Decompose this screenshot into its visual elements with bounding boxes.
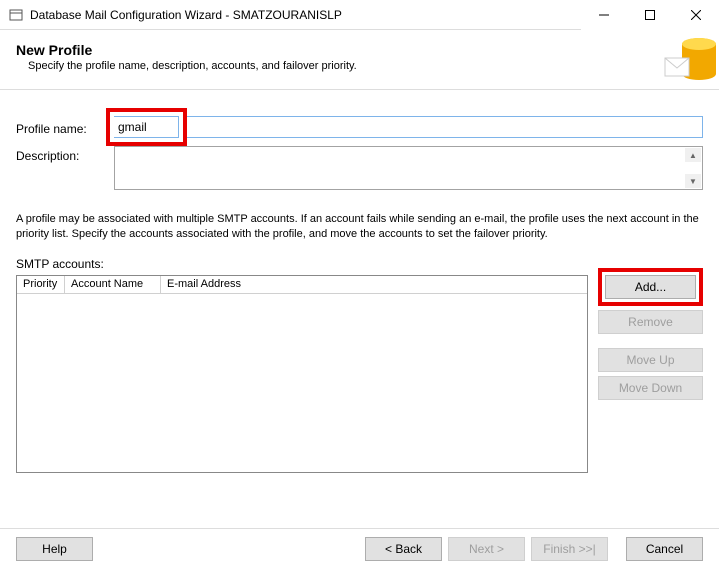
profile-name-input-extend[interactable] [187, 116, 703, 138]
col-priority[interactable]: Priority [17, 276, 65, 294]
cancel-button[interactable]: Cancel [626, 537, 703, 561]
description-label: Description: [16, 146, 114, 163]
profile-name-row: Profile name: [16, 108, 703, 146]
move-up-button: Move Up [598, 348, 703, 372]
page-title: New Profile [16, 42, 703, 58]
app-icon [8, 7, 24, 23]
page-subtitle: Specify the profile name, description, a… [28, 60, 703, 72]
close-button[interactable] [673, 0, 719, 30]
move-down-button: Move Down [598, 376, 703, 400]
description-row: Description: ▲ ▼ [16, 146, 703, 190]
finish-button: Finish >>| [531, 537, 608, 561]
window-title: Database Mail Configuration Wizard - SMA… [30, 8, 581, 22]
col-account-name[interactable]: Account Name [65, 276, 161, 294]
wizard-header: New Profile Specify the profile name, de… [0, 30, 719, 90]
col-email-address[interactable]: E-mail Address [161, 276, 587, 294]
database-icon [659, 30, 719, 90]
profile-name-label: Profile name: [16, 119, 114, 136]
back-button[interactable]: < Back [365, 537, 442, 561]
add-highlight: Add... [598, 268, 703, 306]
smtp-accounts-table[interactable]: Priority Account Name E-mail Address [16, 275, 588, 473]
next-button: Next > [448, 537, 525, 561]
scroll-up-icon[interactable]: ▲ [685, 148, 701, 162]
maximize-button[interactable] [627, 0, 673, 30]
profile-name-highlight [106, 108, 187, 146]
scroll-down-icon[interactable]: ▼ [685, 174, 701, 188]
add-button[interactable]: Add... [605, 275, 696, 299]
profile-name-input[interactable] [114, 116, 179, 138]
table-header-row: Priority Account Name E-mail Address [17, 276, 587, 294]
minimize-button[interactable] [581, 0, 627, 30]
remove-button: Remove [598, 310, 703, 334]
titlebar: Database Mail Configuration Wizard - SMA… [0, 0, 719, 30]
description-input[interactable]: ▲ ▼ [114, 146, 703, 190]
info-text: A profile may be associated with multipl… [16, 212, 703, 243]
help-button[interactable]: Help [16, 537, 93, 561]
wizard-footer: Help < Back Next > Finish >>| Cancel [0, 528, 719, 561]
